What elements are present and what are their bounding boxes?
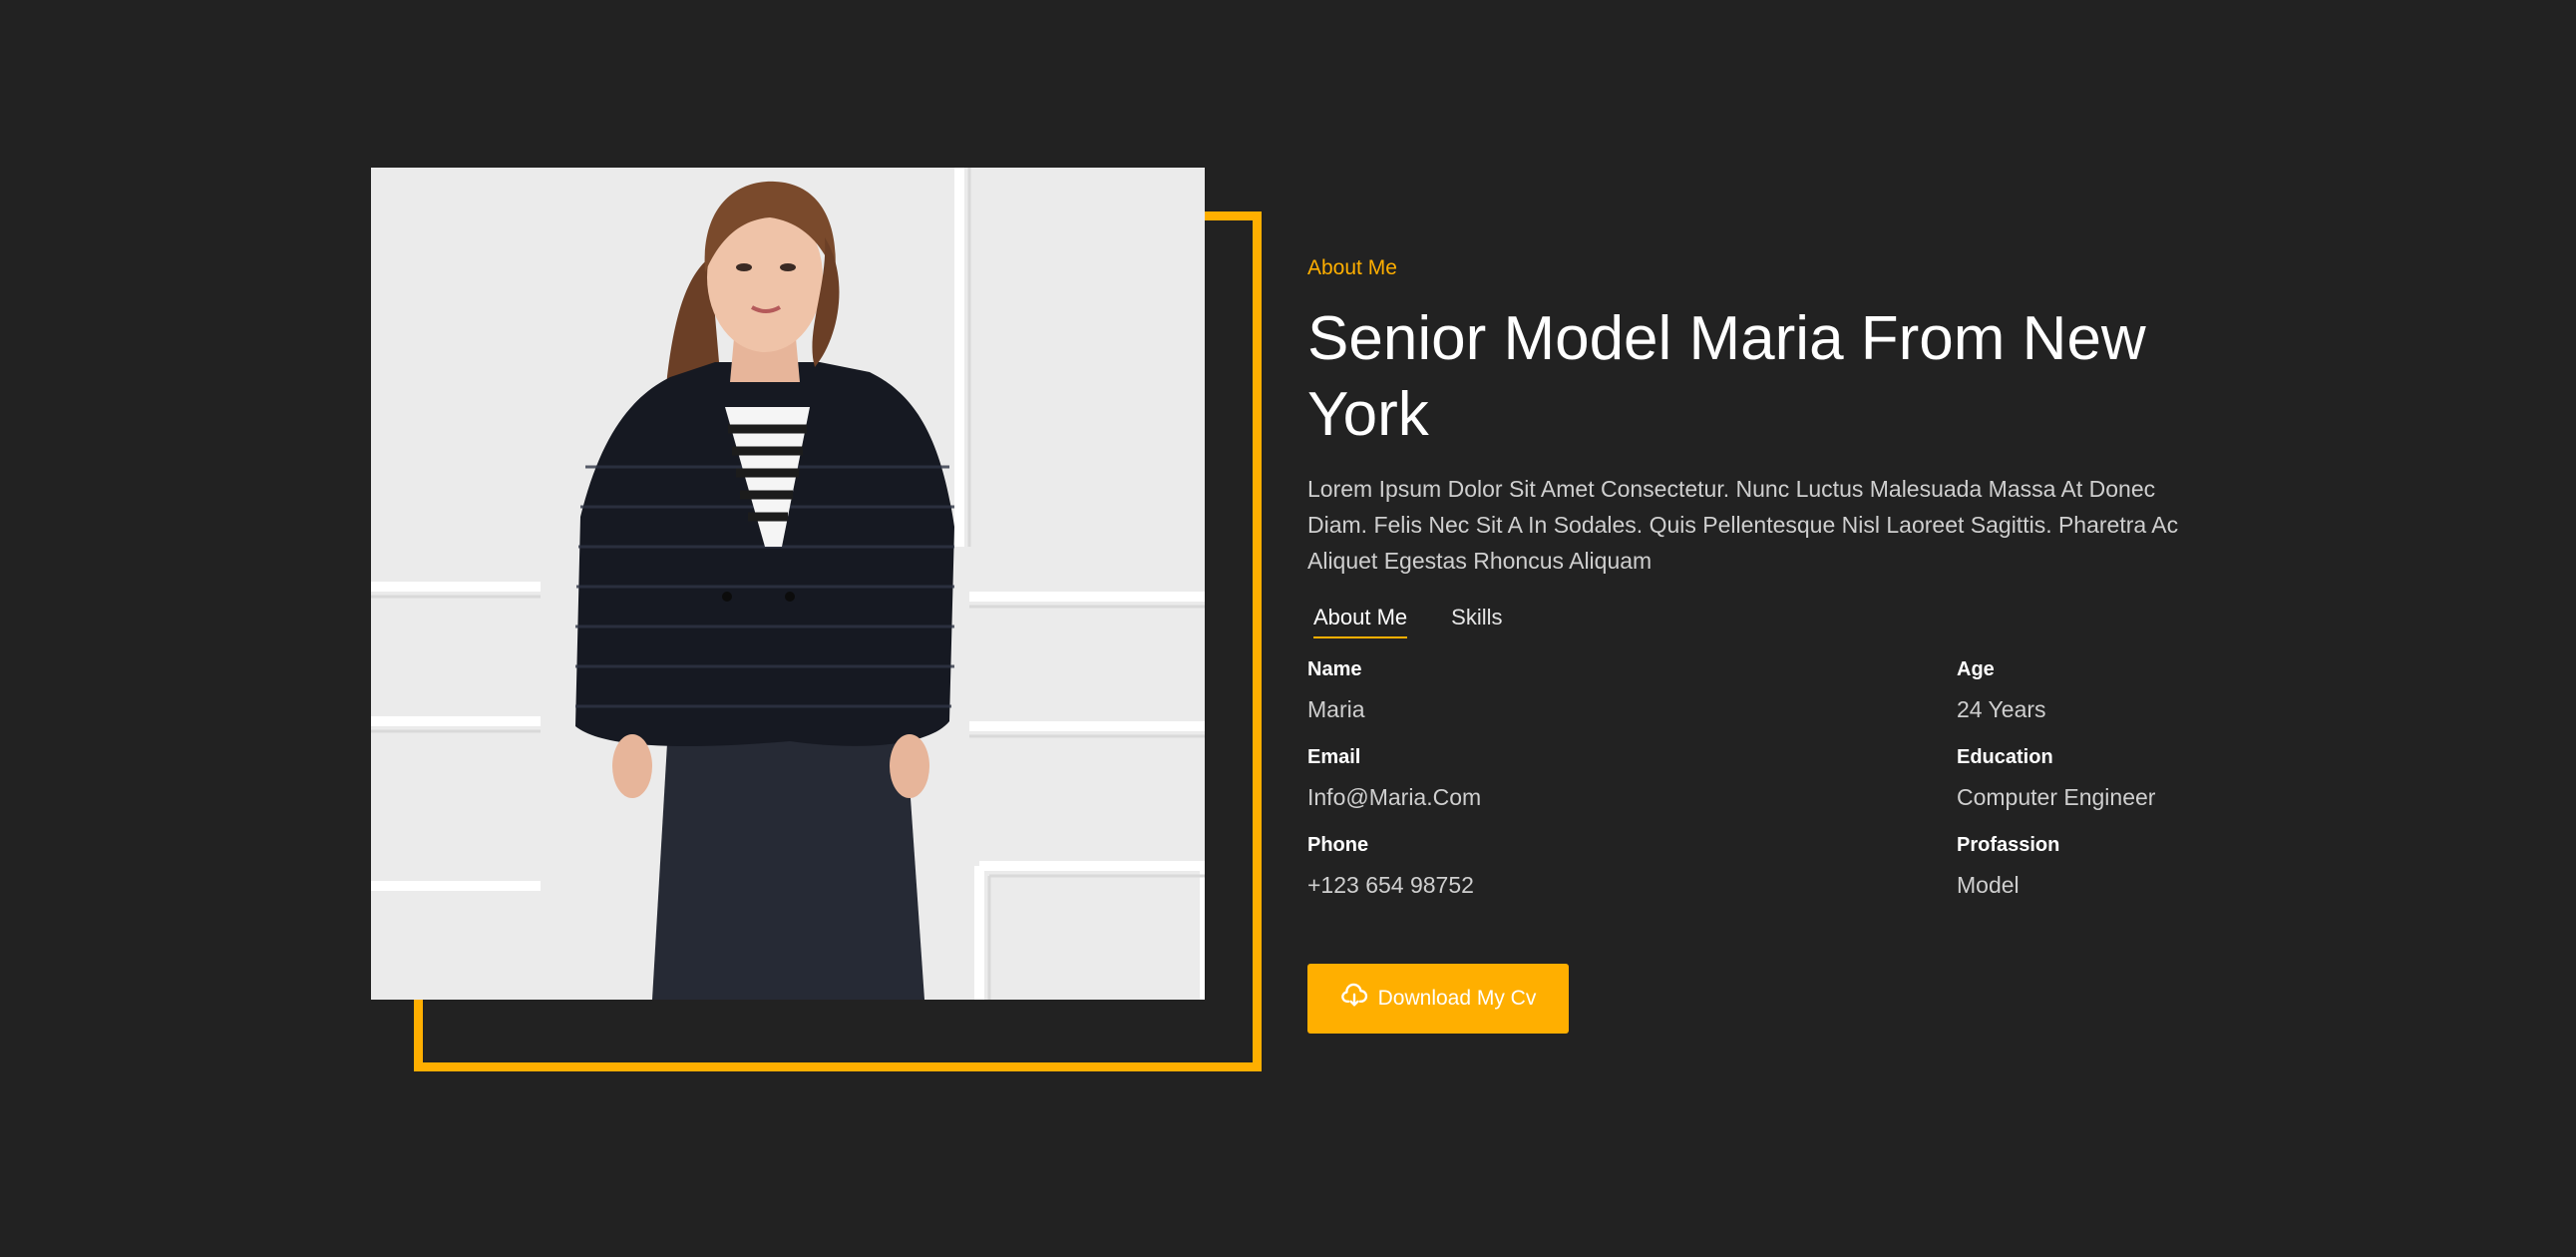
about-description: Lorem Ipsum Dolor Sit Amet Consectetur. … xyxy=(1307,476,2179,574)
about-section: About Me Senior Model Maria From New Yor… xyxy=(1307,255,2205,900)
tab-skills[interactable]: Skills xyxy=(1451,604,1502,638)
personal-info-grid: Name Maria Age 24 Years Email Info@Maria… xyxy=(1307,656,2205,900)
info-item-email: Email Info@Maria.Com xyxy=(1307,744,1957,812)
model-photo xyxy=(371,168,1205,1000)
page-title: Senior Model Maria From New York xyxy=(1307,304,2146,449)
model-photo-illustration xyxy=(371,168,1205,1000)
info-value: Computer Engineer xyxy=(1957,784,2156,810)
about-tabs: About Me Skills xyxy=(1307,604,2205,638)
download-cv-button[interactable]: Download My Cv xyxy=(1307,964,1569,1034)
info-item-education: Education Computer Engineer xyxy=(1957,744,2216,812)
info-label: Phone xyxy=(1307,834,1369,856)
info-item-phone: Phone +123 654 98752 xyxy=(1307,832,1957,900)
info-value: +123 654 98752 xyxy=(1307,872,1474,898)
info-label: Name xyxy=(1307,658,1362,680)
info-label: Profassion xyxy=(1957,834,2060,856)
info-item-profession: Profassion Model xyxy=(1957,832,2216,900)
info-value: Model xyxy=(1957,872,2020,898)
tab-about-me[interactable]: About Me xyxy=(1313,604,1408,638)
info-label: Age xyxy=(1957,658,1995,680)
download-cv-label: Download My Cv xyxy=(1377,987,1537,1010)
info-label: Email xyxy=(1307,746,1361,768)
info-value: Maria xyxy=(1307,696,1365,722)
info-item-name: Name Maria xyxy=(1307,656,1957,724)
section-eyebrow: About Me xyxy=(1307,256,1397,279)
info-value: 24 Years xyxy=(1957,696,2046,722)
info-item-age: Age 24 Years xyxy=(1957,656,2216,724)
cloud-download-icon xyxy=(1340,982,1368,1016)
info-label: Education xyxy=(1957,746,2053,768)
info-value: Info@Maria.Com xyxy=(1307,784,1482,810)
